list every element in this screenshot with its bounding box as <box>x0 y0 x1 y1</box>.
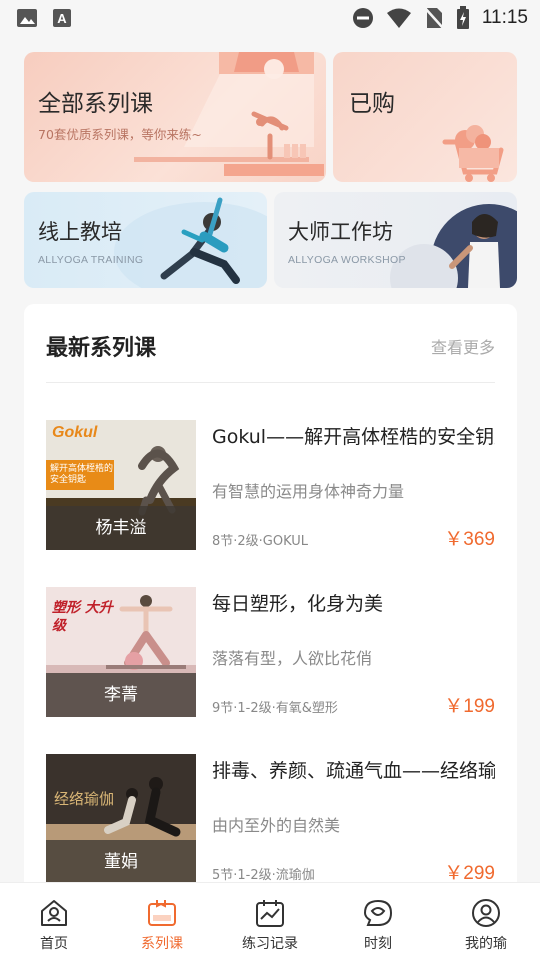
card-title-master: 大师工作坊 <box>288 220 393 244</box>
course-meta: 5节·1-2级·流瑜伽 <box>212 868 315 883</box>
nav-label-records: 练习记录 <box>242 936 298 952</box>
nav-courses[interactable]: 系列课 <box>108 883 216 960</box>
see-more-link[interactable]: 查看更多 <box>431 334 495 358</box>
course-meta: 8节·2级·GOKUL <box>212 534 309 549</box>
card-subtitle-master: ALLYOGA WORKSHOP <box>288 254 406 266</box>
course-item[interactable]: 经络瑜伽 董娟 排毒、养颜、疏通气血——经络瑜伽 由内至外的自然美 5节·1-2… <box>46 754 495 884</box>
nav-profile[interactable]: 我的瑜 <box>432 883 540 960</box>
nav-label-moments: 时刻 <box>364 936 392 952</box>
section-title: 最新系列课 <box>46 336 157 361</box>
no-sim-icon <box>423 7 444 29</box>
course-price: ￥369 <box>444 529 495 550</box>
course-item[interactable]: 塑形 大升级 李菁 每日塑形，化身为美 落落有型，人欲比花俏 9节·1-2级·有… <box>46 587 495 717</box>
home-icon <box>41 900 67 926</box>
course-icon <box>148 900 176 926</box>
nav-label-home: 首页 <box>40 936 68 952</box>
course-price: ￥299 <box>444 863 495 884</box>
nav-label-profile: 我的瑜 <box>465 936 507 952</box>
course-description: 由内至外的自然美 <box>212 816 341 835</box>
course-title: 排毒、养颜、疏通气血——经络瑜伽 <box>212 760 495 782</box>
text-notification-icon: A <box>53 9 71 27</box>
course-title: 每日塑形，化身为美 <box>212 593 384 615</box>
profile-icon <box>472 899 500 927</box>
card-title-online: 线上教培 <box>38 220 122 244</box>
category-master-workshop[interactable]: 大师工作坊 ALLYOGA WORKSHOP <box>274 192 517 288</box>
card-title-bought: 已购 <box>349 91 395 117</box>
record-icon <box>256 900 284 927</box>
card-subtitle-all: 70套优质系列课，等你来练~ <box>38 127 202 142</box>
course-description: 有智慧的运用身体神奇力量 <box>212 482 405 501</box>
moment-icon <box>363 899 393 926</box>
nav-moments[interactable]: 时刻 <box>324 883 432 960</box>
category-all-courses[interactable]: 全部系列课 70套优质系列课，等你来练~ <box>24 52 326 182</box>
wifi-icon <box>386 8 411 28</box>
image-notification-icon <box>17 9 37 27</box>
nav-records[interactable]: 练习记录 <box>216 883 324 960</box>
divider <box>46 382 495 383</box>
battery-icon <box>456 6 469 29</box>
course-description: 落落有型，人欲比花俏 <box>212 649 373 668</box>
do-not-disturb-icon <box>352 8 373 28</box>
teacher-name: 董娟 <box>46 840 196 884</box>
cover-caption: 解开高体桎梏的 安全钥匙 <box>50 464 114 485</box>
course-thumbnail[interactable]: Gokul 解开高体桎梏的 安全钥匙 杨丰溢 <box>46 420 196 550</box>
teacher-name: 杨丰溢 <box>46 506 196 550</box>
cover-brand: Gokul <box>52 424 98 441</box>
bottom-navigation: 首页 系列课 练习记录 时刻 我的瑜 <box>0 882 540 960</box>
category-bought[interactable]: 已购 <box>333 52 517 182</box>
course-item[interactable]: Gokul 解开高体桎梏的 安全钥匙 杨丰溢 Gokul——解开高体桎梏的安全钥… <box>46 420 495 550</box>
nav-label-courses: 系列课 <box>141 936 183 952</box>
card-title-all: 全部系列课 <box>38 91 153 117</box>
status-bar: A 11:15 <box>0 0 540 36</box>
nav-home[interactable]: 首页 <box>0 883 108 960</box>
cover-caption: 经络瑜伽 <box>54 790 115 808</box>
course-title: Gokul——解开高体桎梏的安全钥匙 <box>212 426 495 448</box>
category-online-training[interactable]: 线上教培 ALLYOGA TRAINING <box>24 192 267 288</box>
cover-caption: 塑形 大升级 <box>52 600 113 634</box>
course-meta: 9节·1-2级·有氧&塑形 <box>212 701 338 716</box>
course-price: ￥199 <box>444 696 495 717</box>
latest-series-panel: 最新系列课 查看更多 Gokul 解开高体桎梏的 安全钥匙 杨丰溢 Gokul—… <box>24 304 517 904</box>
card-subtitle-online: ALLYOGA TRAINING <box>38 254 144 266</box>
course-thumbnail[interactable]: 经络瑜伽 董娟 <box>46 754 196 884</box>
svg-text:A: A <box>57 11 67 26</box>
course-thumbnail[interactable]: 塑形 大升级 李菁 <box>46 587 196 717</box>
teacher-name: 李菁 <box>46 673 196 717</box>
status-time: 11:15 <box>481 7 528 28</box>
